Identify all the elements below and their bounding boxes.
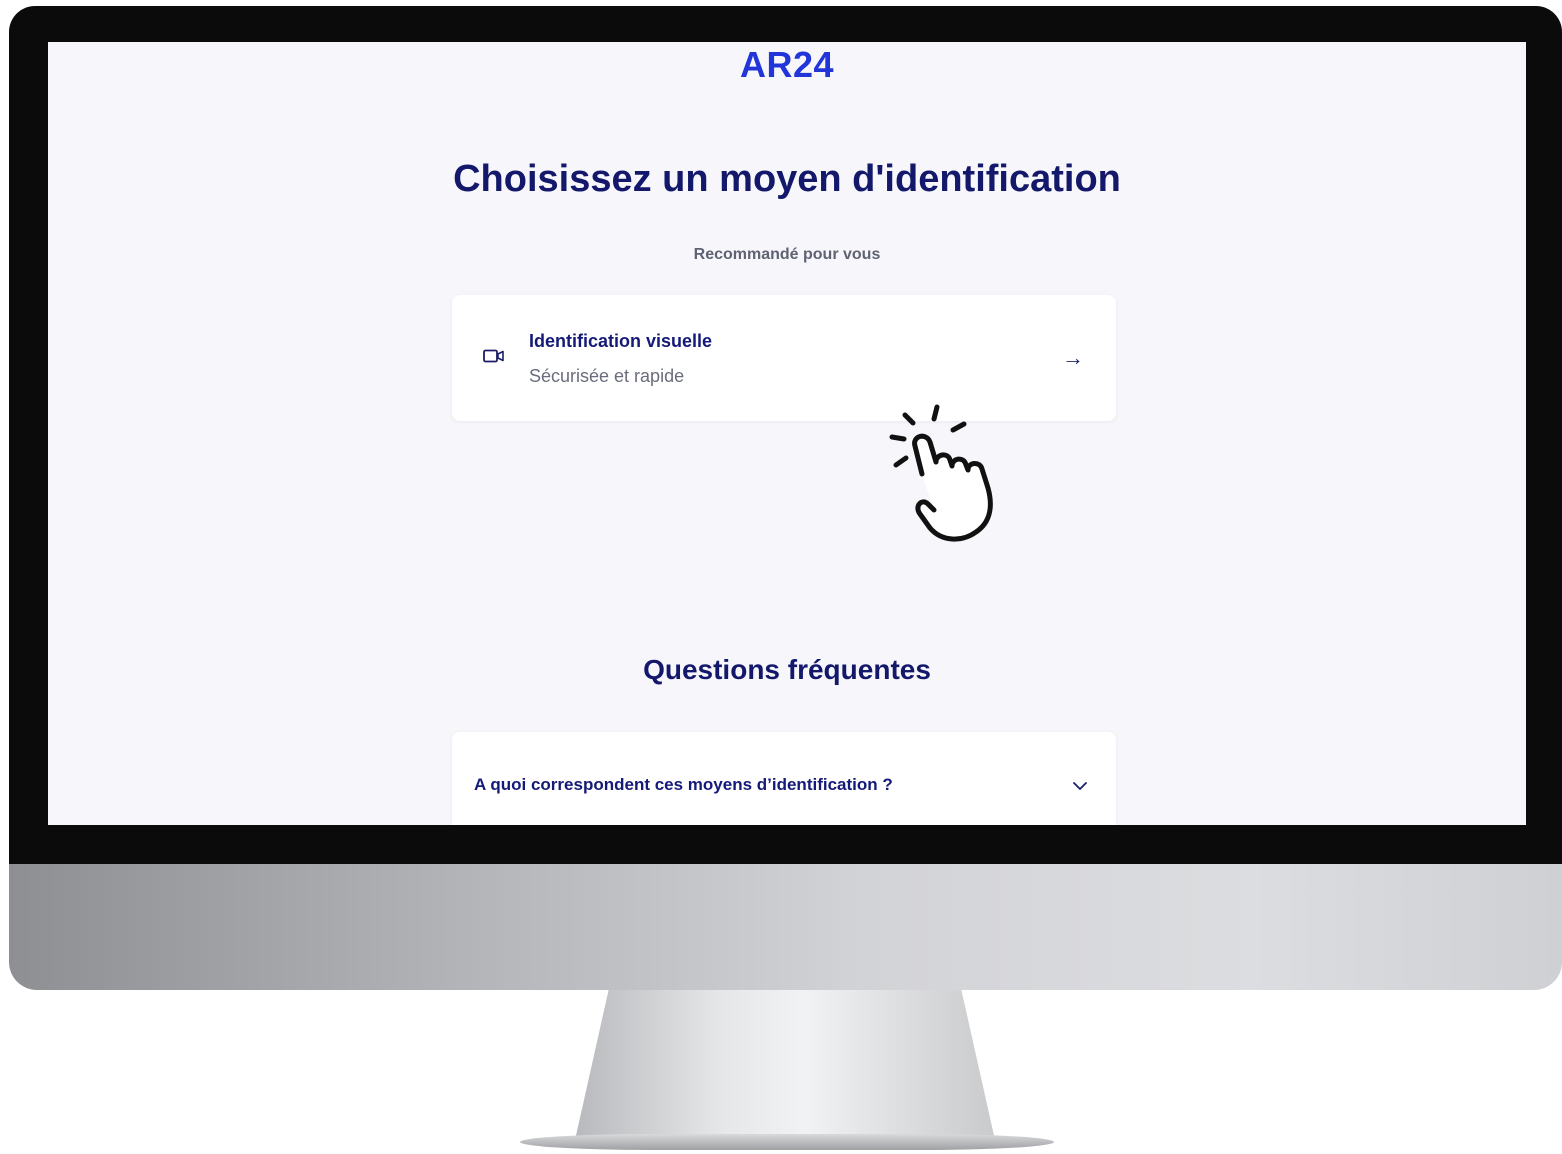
monitor-stand-base (520, 1134, 1054, 1150)
page-title: Choisissez un moyen d'identification (453, 158, 1121, 200)
faq-item[interactable]: A quoi correspondent ces moyens d’identi… (452, 732, 1116, 825)
hand-pointer-icon (884, 402, 1034, 557)
video-camera-icon (483, 349, 505, 368)
logo[interactable]: AR24 (48, 44, 1526, 86)
arrow-right-icon: → (1062, 345, 1084, 370)
monitor-stand (575, 990, 995, 1140)
option-title: Identification visuelle (529, 331, 713, 351)
screen: AR24 Choisissez un moyen d'identificatio… (48, 42, 1526, 825)
option-subtitle: Sécurisée et rapide (529, 366, 685, 386)
faq-question: A quoi correspondent ces moyens d’identi… (474, 775, 893, 794)
chevron-down-icon (1072, 778, 1088, 796)
monitor-chin (9, 864, 1562, 990)
recommended-label: Recommandé pour vous (693, 246, 881, 263)
faq-title: Questions fréquentes (643, 654, 931, 685)
